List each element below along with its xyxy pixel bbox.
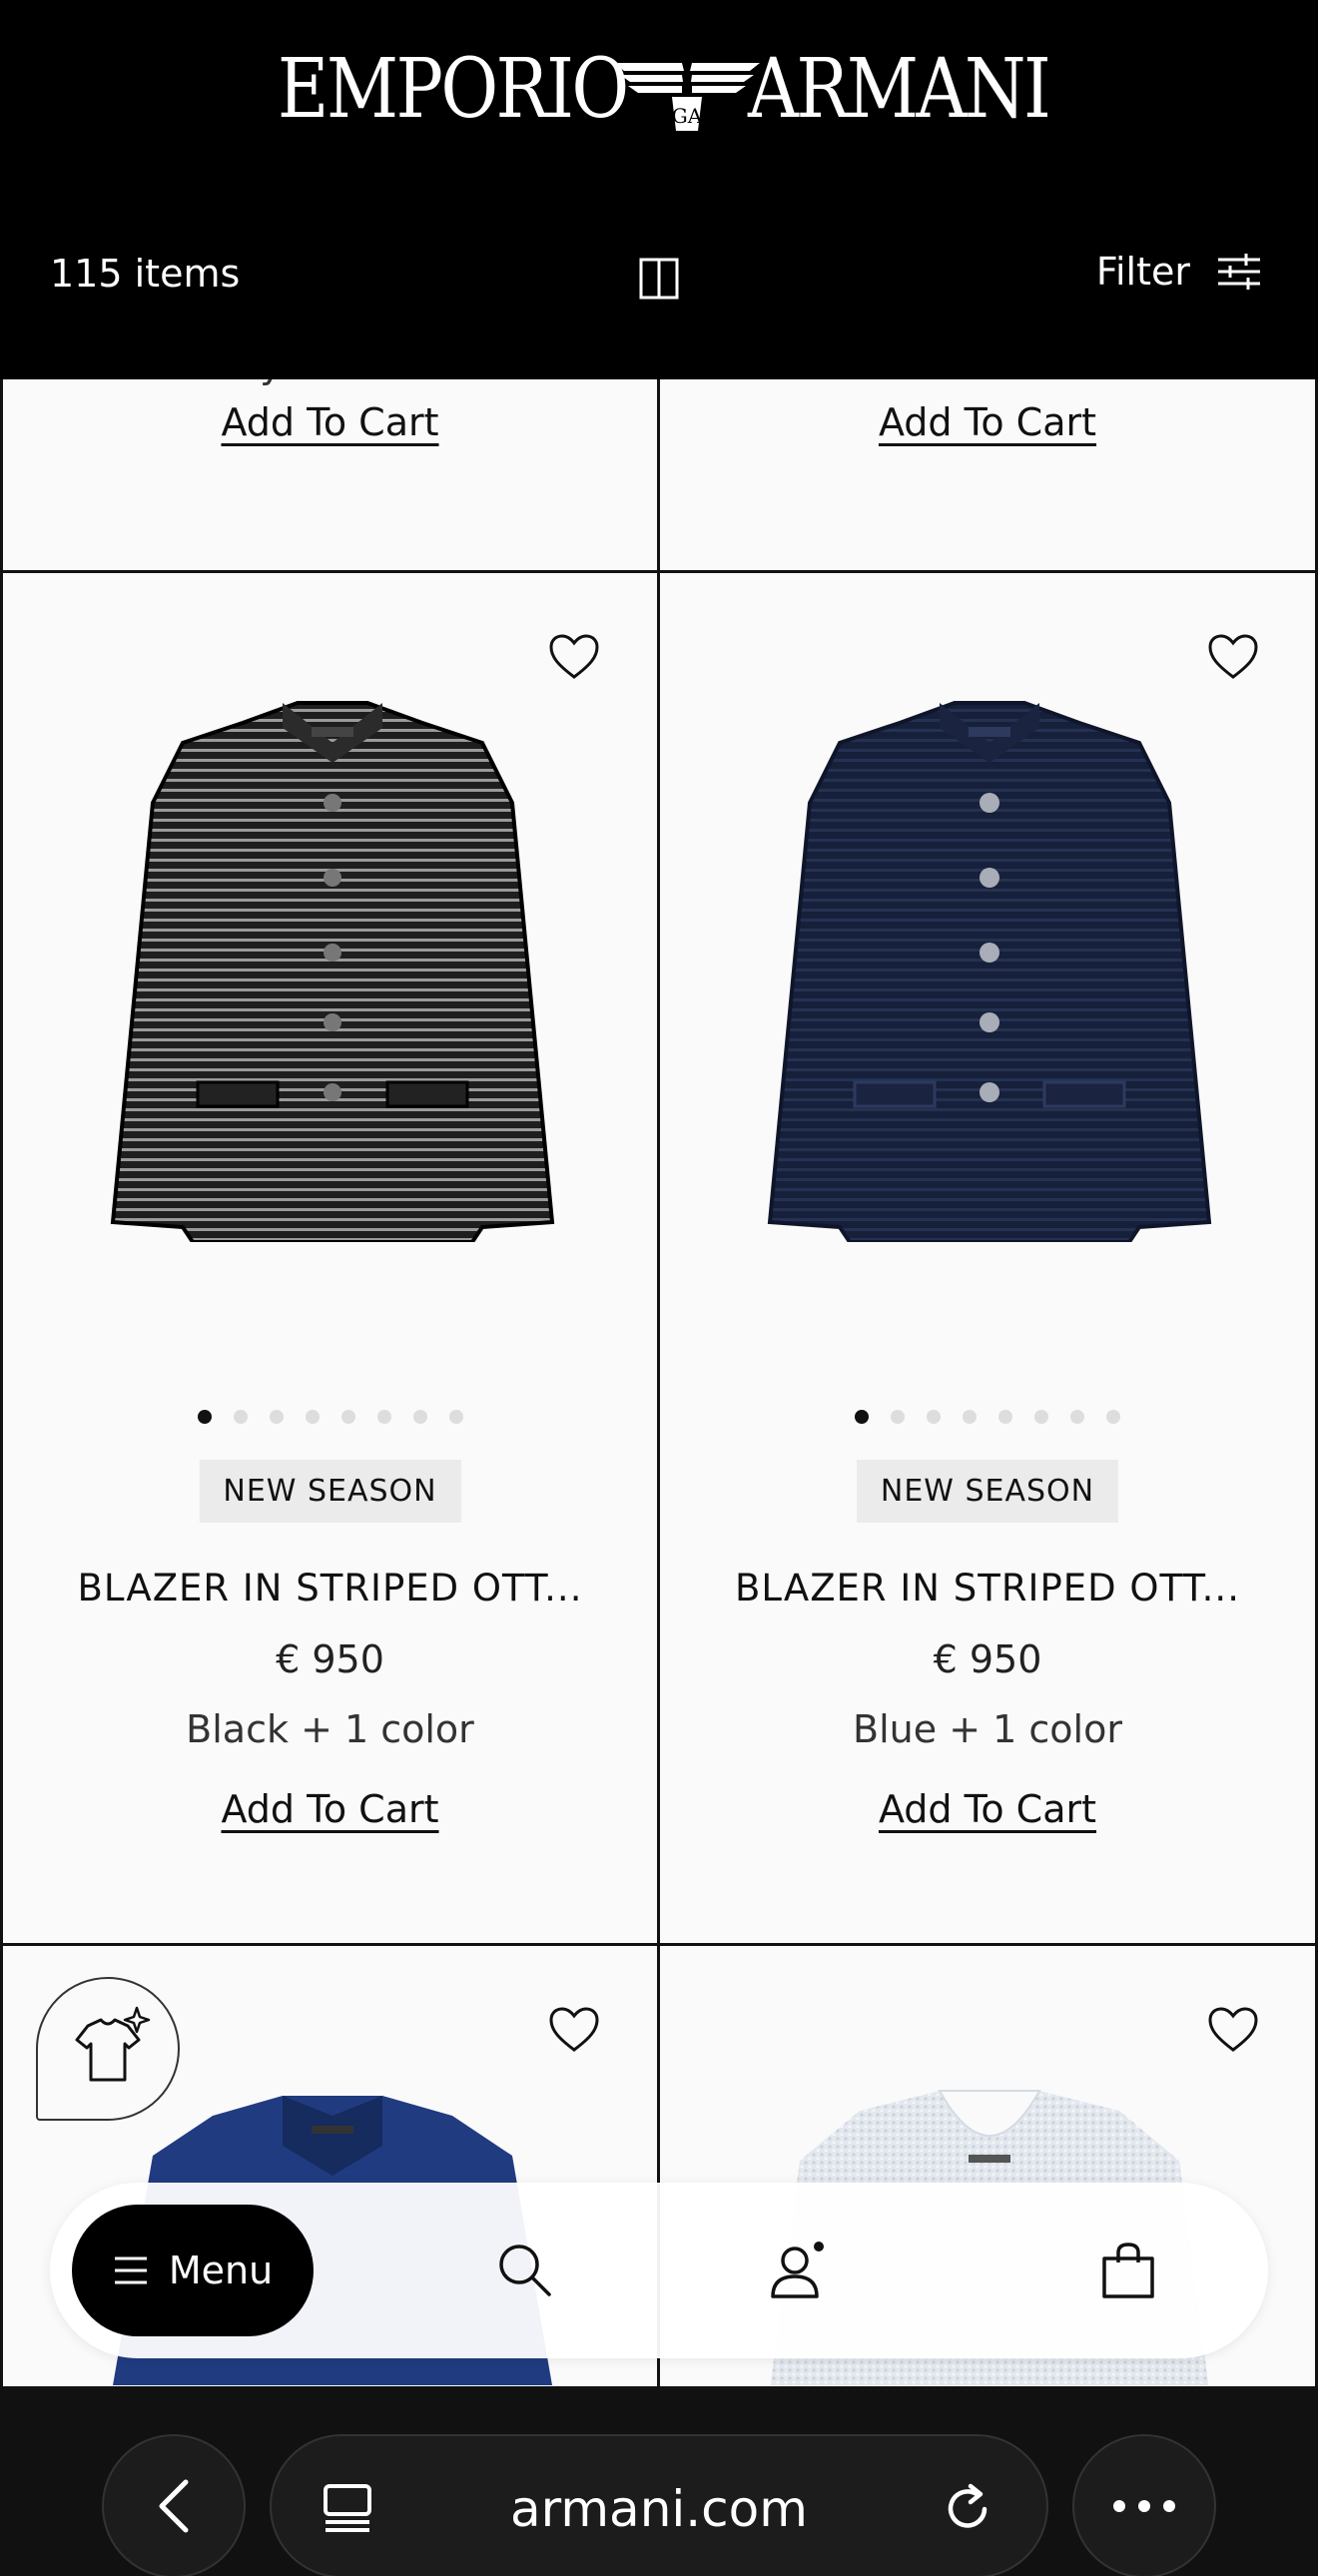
- product-grid: Grey + 1 color Add To Cart Black + 1 col…: [0, 379, 1318, 2386]
- brand-logo[interactable]: EMPORIO GA ARMANI: [0, 40, 1318, 140]
- carousel-dot[interactable]: [1034, 1410, 1048, 1424]
- add-to-cart-link[interactable]: Add To Cart: [221, 1787, 438, 1831]
- shopping-bag-icon[interactable]: [1098, 2241, 1158, 2300]
- site-header: EMPORIO GA ARMANI 115 items Filter: [0, 0, 1318, 379]
- virtual-tryon-button[interactable]: [36, 1977, 180, 2121]
- url-text: armani.com: [510, 2480, 808, 2538]
- grid-view-toggle-icon[interactable]: [639, 258, 679, 300]
- brand-word-right: ARMANI: [748, 42, 1051, 137]
- filter-label: Filter: [1095, 250, 1190, 294]
- menu-label: Menu: [168, 2249, 274, 2292]
- carousel-dot[interactable]: [963, 1410, 977, 1424]
- search-icon[interactable]: [495, 2241, 555, 2300]
- carousel-dot[interactable]: [197, 1410, 212, 1424]
- brand-word-left: EMPORIO: [277, 42, 628, 137]
- carousel-dot[interactable]: [233, 1410, 248, 1424]
- carousel-dot[interactable]: [412, 1410, 427, 1424]
- account-icon[interactable]: [769, 2241, 829, 2300]
- carousel-dot[interactable]: [891, 1410, 905, 1424]
- bottom-navigation: Menu: [50, 2183, 1268, 2358]
- hamburger-icon: [114, 2256, 147, 2284]
- carousel-dot[interactable]: [305, 1410, 320, 1424]
- new-season-badge: NEW SEASON: [856, 1460, 1119, 1523]
- product-image[interactable]: [740, 683, 1239, 1242]
- carousel-dot[interactable]: [1070, 1410, 1084, 1424]
- product-color: Grey + 1 color: [3, 379, 657, 386]
- add-to-cart-link[interactable]: Add To Cart: [879, 400, 1096, 444]
- reload-icon[interactable]: [941, 2482, 994, 2536]
- carousel-dot[interactable]: [376, 1410, 391, 1424]
- chevron-left-icon: [159, 2479, 189, 2533]
- carousel-dot[interactable]: [927, 1410, 941, 1424]
- product-price: € 950: [933, 1637, 1042, 1681]
- product-color: Black + 1 color: [660, 379, 1315, 386]
- more-options-button[interactable]: [1072, 2434, 1216, 2576]
- wishlist-heart-icon[interactable]: [548, 633, 600, 681]
- carousel-dot[interactable]: [340, 1410, 355, 1424]
- image-carousel-dots[interactable]: [660, 1410, 1315, 1424]
- wishlist-heart-icon[interactable]: [548, 2006, 600, 2054]
- new-season-badge: NEW SEASON: [199, 1460, 461, 1523]
- add-to-cart-link[interactable]: Add To Cart: [221, 400, 438, 444]
- items-count: 115 items: [50, 252, 241, 296]
- wishlist-heart-icon[interactable]: [1207, 2006, 1259, 2054]
- tshirt-sparkle-icon: [75, 2006, 151, 2082]
- carousel-dot[interactable]: [1106, 1410, 1120, 1424]
- grid-divider: [657, 379, 660, 2386]
- image-carousel-dots[interactable]: [3, 1410, 657, 1424]
- filter-button[interactable]: Filter: [1096, 250, 1262, 294]
- product-color: Black + 1 color: [186, 1707, 474, 1751]
- back-button[interactable]: [102, 2434, 246, 2576]
- product-image[interactable]: [83, 683, 582, 1242]
- carousel-dot[interactable]: [998, 1410, 1012, 1424]
- add-to-cart-link[interactable]: Add To Cart: [879, 1787, 1096, 1831]
- browser-toolbar: armani.com: [0, 2386, 1318, 2576]
- eagle-logo-icon: GA: [614, 63, 761, 131]
- more-dots-icon: [1113, 2500, 1175, 2512]
- carousel-dot[interactable]: [448, 1410, 463, 1424]
- menu-button[interactable]: Menu: [72, 2205, 314, 2336]
- carousel-dot[interactable]: [269, 1410, 284, 1424]
- address-bar[interactable]: armani.com: [270, 2434, 1048, 2576]
- filter-sliders-icon: [1218, 254, 1260, 290]
- product-card[interactable]: NEW SEASON BLAZER IN STRIPED OTT... € 95…: [657, 570, 1318, 1946]
- product-card[interactable]: NEW SEASON BLAZER IN STRIPED OTT... € 95…: [0, 570, 660, 1946]
- wishlist-heart-icon[interactable]: [1207, 633, 1259, 681]
- product-price: € 950: [276, 1637, 384, 1681]
- svg-text:GA: GA: [672, 104, 703, 128]
- product-color: Blue + 1 color: [853, 1707, 1122, 1751]
- product-name[interactable]: BLAZER IN STRIPED OTT...: [660, 1567, 1315, 1610]
- product-name[interactable]: BLAZER IN STRIPED OTT...: [3, 1567, 657, 1610]
- carousel-dot[interactable]: [855, 1410, 869, 1424]
